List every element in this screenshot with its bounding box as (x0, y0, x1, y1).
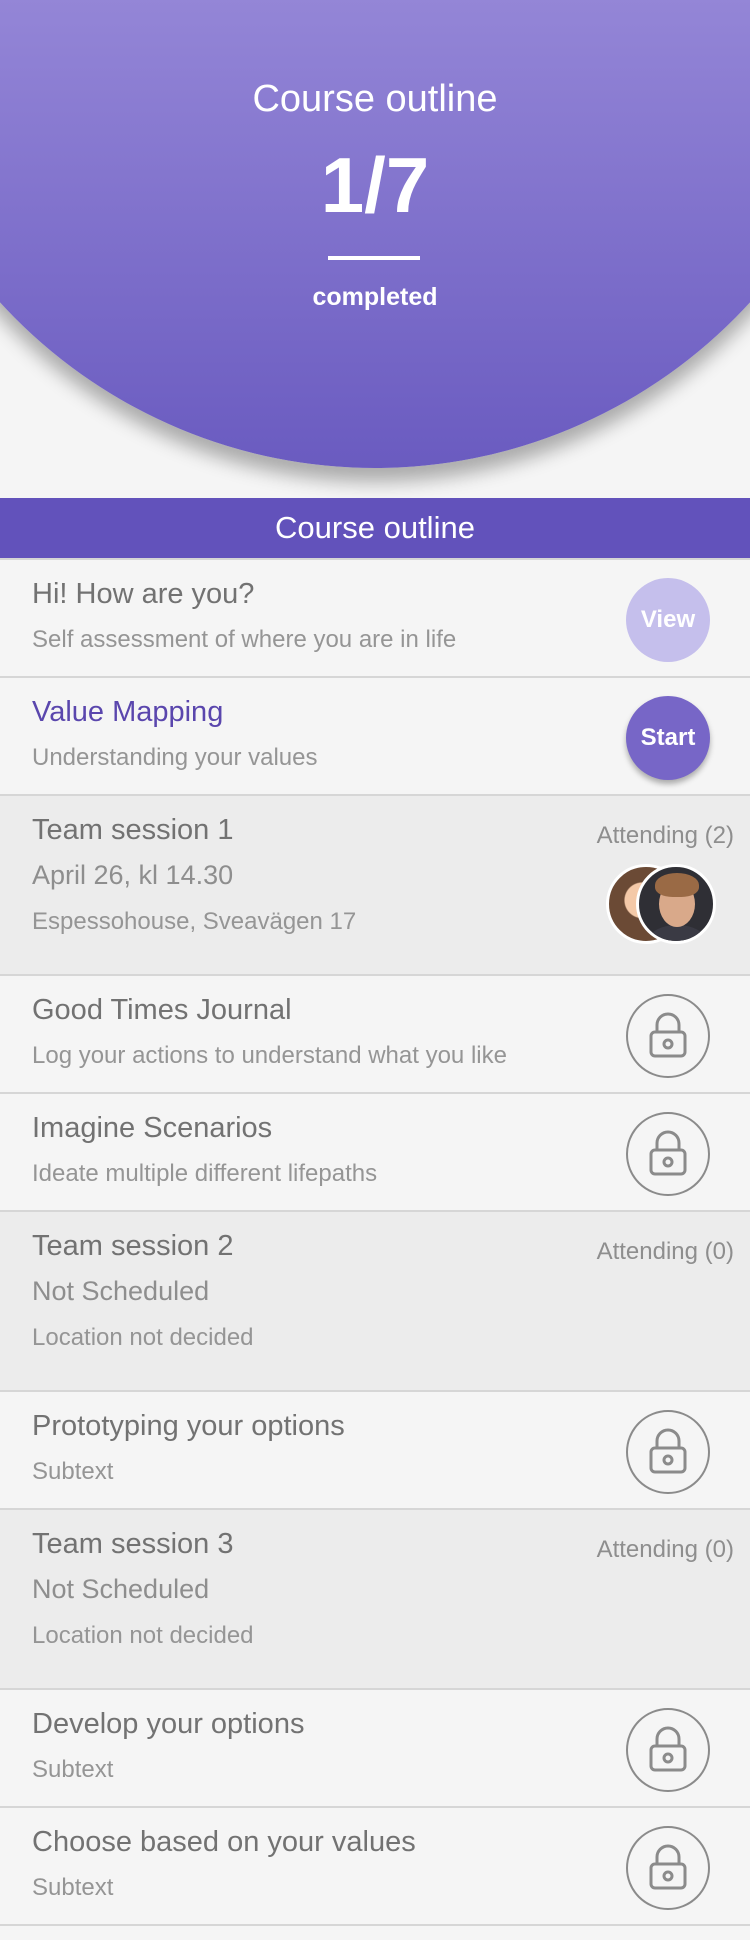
item-title: Team session 3 (32, 1528, 234, 1560)
item-title: Team session 1 (32, 814, 234, 846)
item-title: Value Mapping (32, 696, 224, 728)
course-list: Hi! How are you? Self assessment of wher… (0, 560, 750, 1926)
item-subtitle: Ideate multiple different lifepaths (32, 1160, 378, 1187)
item-title: Team session 2 (32, 1230, 234, 1262)
attendee-avatars[interactable] (606, 864, 716, 944)
item-subtitle: Self assessment of where you are in life (32, 626, 457, 653)
attending-count: Attending (2) (596, 822, 734, 849)
view-button[interactable]: View (626, 578, 710, 662)
progress-count: 1/7 (320, 141, 430, 229)
item-title: Prototyping your options (32, 1410, 345, 1442)
team-session-item[interactable]: Team session 2 Attending (0) Not Schedul… (0, 1212, 750, 1392)
item-subtitle: Understanding your values (32, 744, 318, 771)
list-item[interactable]: Good Times Journal Log your actions to u… (0, 976, 750, 1094)
start-button[interactable]: Start (626, 696, 710, 780)
attending-count: Attending (0) (596, 1238, 734, 1265)
team-session-item[interactable]: Team session 3 Attending (0) Not Schedul… (0, 1510, 750, 1690)
session-location: Location not decided (32, 1324, 254, 1351)
item-title: Choose based on your values (32, 1826, 416, 1858)
progress-status: completed (312, 283, 438, 311)
list-item[interactable]: Develop your options Subtext (0, 1690, 750, 1808)
avatar (636, 864, 716, 944)
session-date: Not Scheduled (32, 1574, 210, 1604)
attending-count: Attending (0) (596, 1536, 734, 1563)
list-item[interactable]: Choose based on your values Subtext (0, 1808, 750, 1926)
item-title: Good Times Journal (32, 994, 292, 1026)
lock-icon (626, 1410, 710, 1494)
section-header: Course outline (0, 498, 750, 560)
session-location: Location not decided (32, 1622, 254, 1649)
session-date: Not Scheduled (32, 1276, 210, 1306)
session-date: April 26, kl 14.30 (32, 860, 234, 890)
progress-circle (0, 0, 750, 468)
progress-header: Course outline 1/7 completed (0, 0, 750, 500)
item-title: Develop your options (32, 1708, 305, 1740)
list-item[interactable]: Value Mapping Understanding your values … (0, 678, 750, 796)
item-title: Hi! How are you? (32, 578, 255, 610)
item-title: Imagine Scenarios (32, 1112, 273, 1144)
list-item[interactable]: Imagine Scenarios Ideate multiple differ… (0, 1094, 750, 1212)
lock-icon (626, 1112, 710, 1196)
list-item[interactable]: Hi! How are you? Self assessment of wher… (0, 560, 750, 678)
hero-title: Course outline (252, 78, 498, 120)
item-subtitle: Log your actions to understand what you … (32, 1042, 507, 1069)
item-subtitle: Subtext (32, 1756, 114, 1783)
team-session-item[interactable]: Team session 1 Attending (2) April 26, k… (0, 796, 750, 976)
lock-icon (626, 1826, 710, 1910)
session-location: Espessohouse, Sveavägen 17 (32, 908, 357, 935)
lock-icon (626, 1708, 710, 1792)
item-subtitle: Subtext (32, 1458, 114, 1485)
list-item[interactable]: Prototyping your options Subtext (0, 1392, 750, 1510)
lock-icon (626, 994, 710, 1078)
item-subtitle: Subtext (32, 1874, 114, 1901)
progress-divider (328, 256, 420, 260)
